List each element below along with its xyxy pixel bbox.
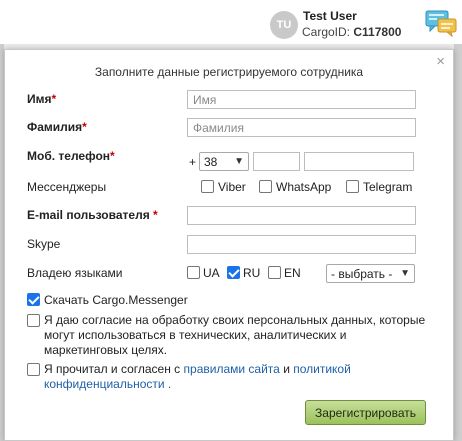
site-rules-link[interactable]: правилами сайта xyxy=(184,362,280,376)
phone-prefix: + xyxy=(189,155,197,169)
chevron-down-icon: ▼ xyxy=(400,268,410,279)
download-messenger-label[interactable]: Скачать Cargo.Messenger xyxy=(44,293,188,307)
surname-label: Фамилия* xyxy=(27,120,87,134)
email-input[interactable] xyxy=(187,206,416,225)
modal-title: Заполните данные регистрируемого сотрудн… xyxy=(94,65,364,79)
skype-input[interactable] xyxy=(187,235,416,254)
whatsapp-label[interactable]: WhatsApp xyxy=(276,180,331,194)
lang-en-label[interactable]: EN xyxy=(284,266,301,280)
required-mark: * xyxy=(82,120,87,134)
surname-input[interactable] xyxy=(187,118,416,137)
terms-text: Я прочитал и согласен с правилами сайта … xyxy=(44,362,351,391)
lang-ru-label[interactable]: RU xyxy=(243,266,260,280)
more-languages-value: - выбрать - xyxy=(331,266,393,281)
name-input[interactable] xyxy=(187,90,416,109)
cargo-id-value: C117800 xyxy=(353,25,402,39)
country-code-value: 38 xyxy=(204,154,218,169)
phone-label: Моб. телефон* xyxy=(27,149,115,163)
lang-ru-checkbox[interactable] xyxy=(227,266,240,279)
country-code-select[interactable]: 38 ▼ xyxy=(199,152,249,171)
lang-en-checkbox[interactable] xyxy=(268,266,281,279)
telegram-checkbox[interactable] xyxy=(346,180,359,193)
name-label: Имя* xyxy=(27,92,57,106)
modal-backdrop-right xyxy=(454,44,462,441)
chevron-down-icon: ▼ xyxy=(234,156,244,167)
terms-checkbox[interactable] xyxy=(27,363,40,376)
more-languages-select[interactable]: - выбрать - ▼ xyxy=(326,264,415,283)
whatsapp-checkbox[interactable] xyxy=(259,180,272,193)
email-label: E-mail пользователя * xyxy=(27,208,158,222)
messengers-label: Мессенджеры xyxy=(27,180,107,194)
required-mark: * xyxy=(51,92,57,106)
user-name[interactable]: Test User xyxy=(303,9,357,23)
phone-part-2-input[interactable] xyxy=(304,152,414,171)
required-mark: * xyxy=(153,208,158,222)
chat-bubbles-icon[interactable] xyxy=(424,8,458,38)
consent-text: Я даю согласие на обработку своих персон… xyxy=(44,313,426,357)
download-messenger-checkbox[interactable] xyxy=(27,293,40,306)
skype-label: Skype xyxy=(27,237,61,251)
lang-ua-checkbox[interactable] xyxy=(187,266,200,279)
viber-checkbox[interactable] xyxy=(201,180,214,193)
consent-checkbox[interactable] xyxy=(27,314,40,327)
viber-label[interactable]: Viber xyxy=(218,180,246,194)
register-button[interactable]: Зарегистрировать xyxy=(305,400,426,425)
required-mark: * xyxy=(110,149,115,163)
registration-modal: × Заполните данные регистрируемого сотру… xyxy=(4,49,454,441)
lang-ua-label[interactable]: UA xyxy=(203,266,220,280)
phone-part-1-input[interactable] xyxy=(253,152,300,171)
cargo-id: CargoID: C117800 xyxy=(302,25,401,39)
cargo-id-label: CargoID: xyxy=(302,25,351,39)
avatar[interactable]: TU xyxy=(270,11,298,39)
languages-label: Владею языками xyxy=(27,266,123,280)
telegram-label[interactable]: Telegram xyxy=(363,180,412,194)
